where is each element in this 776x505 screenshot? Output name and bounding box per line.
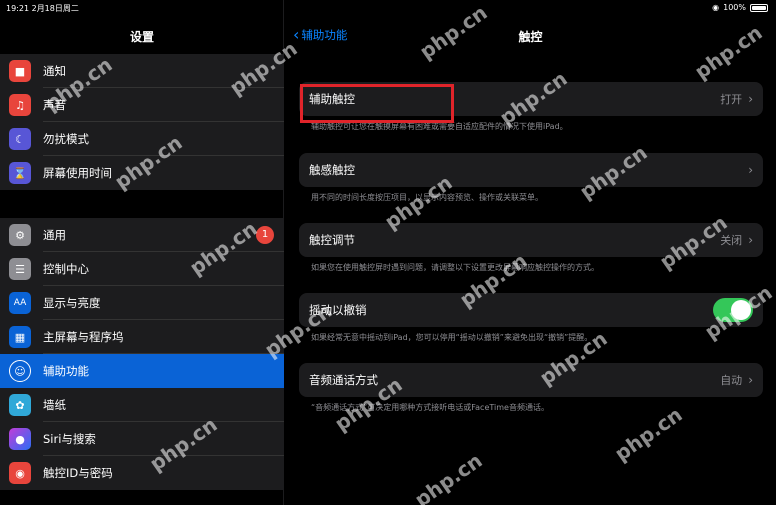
touch-settings-pane: ‹ 辅助功能 触控 辅助触控 打开 › 辅助触控可让您在触摸屏幕有困难或需要自适…: [285, 0, 776, 505]
wifi-icon: ◉: [712, 3, 720, 12]
row-label: 音频通话方式: [309, 373, 378, 387]
row-label: 触控调节: [309, 233, 355, 247]
sidebar-item-label: 辅助功能: [43, 364, 89, 378]
row-footer: 如果经常无意中摇动到iPad，您可以停用“摇动以撤销”来避免出现“撤销”提醒。: [311, 333, 593, 342]
sidebar-item-label: Siri与搜索: [43, 422, 284, 456]
sidebar-item-label: 控制中心: [43, 252, 284, 286]
sidebar-item-notifications[interactable]: ■ 通知: [0, 54, 284, 88]
sidebar-item-siri-search[interactable]: ● Siri与搜索: [0, 422, 284, 456]
row-footer: 用不同的时间长度按压项目，以显示内容预览、操作或关联菜单。: [311, 193, 543, 202]
row-value: 自动: [720, 374, 743, 387]
sidebar-item-wallpaper[interactable]: ✿ 墙纸: [0, 388, 284, 422]
chevron-right-icon: ›: [748, 373, 753, 387]
toggles-icon: ☰: [9, 258, 31, 280]
battery-percent: 100%: [723, 3, 746, 12]
row-footer: 辅助触控可让您在触摸屏幕有困难或需要自适应配件的情况下使用iPad。: [311, 122, 568, 131]
gear-icon: ⚙: [9, 224, 31, 246]
sidebar-item-label: 通用: [43, 218, 284, 252]
sidebar-item-label: 屏幕使用时间: [43, 166, 112, 180]
status-right: ◉ 100%: [712, 3, 768, 12]
sidebar-title: 设置: [129, 30, 154, 44]
sidebar-item-display-brightness[interactable]: AA 显示与亮度: [0, 286, 284, 320]
sidebar-item-screen-time[interactable]: ⌛ 屏幕使用时间: [0, 156, 284, 190]
row-label: 摇动以撤销: [309, 303, 367, 317]
sidebar-item-label: 触控ID与密码: [43, 466, 113, 480]
accessibility-icon: ☺: [9, 360, 31, 382]
row-haptic-touch[interactable]: 触感触控 ›: [299, 153, 763, 187]
chevron-right-icon: ›: [748, 233, 753, 247]
sidebar-item-label: 通知: [43, 54, 284, 88]
row-shake-to-undo: 摇动以撤销: [299, 293, 763, 327]
hourglass-icon: ⌛: [9, 162, 31, 184]
settings-sidebar: 设置 ■ 通知 ♫ 声音 ☾ 勿扰模式 ⌛ 屏幕使用时间 ⚙ 通用 1 ☰ 控制…: [0, 0, 284, 505]
row-call-audio-routing[interactable]: 音频通话方式 自动 ›: [299, 363, 763, 397]
sidebar-item-accessibility[interactable]: ☺ 辅助功能: [0, 354, 284, 388]
siri-icon: ●: [9, 428, 31, 450]
battery-icon: [750, 3, 768, 12]
speaker-icon: ♫: [9, 94, 31, 116]
sidebar-item-general[interactable]: ⚙ 通用 1: [0, 218, 284, 252]
sidebar-item-sounds[interactable]: ♫ 声音: [0, 88, 284, 122]
row-label: 触感触控: [309, 163, 355, 177]
row-footer: “音频通话方式”可决定用哪种方式接听电话或FaceTime音频通话。: [311, 403, 549, 412]
chevron-right-icon: ›: [748, 163, 753, 177]
status-time: 19:21 2月18日周二: [6, 4, 79, 13]
sidebar-item-label: 显示与亮度: [43, 286, 284, 320]
notification-icon: ■: [9, 60, 31, 82]
sidebar-group-2: ⚙ 通用 1 ☰ 控制中心 AA 显示与亮度 ▦ 主屏幕与程序坞 ☺ 辅助功能 …: [0, 218, 284, 490]
row-value: 打开: [720, 93, 743, 106]
moon-icon: ☾: [9, 128, 31, 150]
shake-to-undo-toggle[interactable]: [713, 298, 753, 322]
sidebar-item-label: 声音: [43, 88, 284, 122]
fingerprint-icon: ◉: [9, 462, 31, 484]
highlight-box: [300, 84, 454, 123]
row-touch-accommodations[interactable]: 触控调节 关闭 ›: [299, 223, 763, 257]
grid-icon: ▦: [9, 326, 31, 348]
sidebar-item-label: 主屏幕与程序坞: [43, 320, 284, 354]
sidebar-item-label: 勿扰模式: [43, 122, 284, 156]
sidebar-item-label: 墙纸: [43, 388, 284, 422]
flower-icon: ✿: [9, 394, 31, 416]
sidebar-item-control-center[interactable]: ☰ 控制中心: [0, 252, 284, 286]
toggle-knob: [731, 300, 751, 320]
sidebar-item-home-screen-dock[interactable]: ▦ 主屏幕与程序坞: [0, 320, 284, 354]
sidebar-item-touch-id-passcode[interactable]: ◉ 触控ID与密码: [0, 456, 284, 490]
row-value: 关闭: [720, 234, 743, 247]
text-size-icon: AA: [9, 292, 31, 314]
sidebar-item-do-not-disturb[interactable]: ☾ 勿扰模式: [0, 122, 284, 156]
chevron-right-icon: ›: [748, 92, 753, 106]
sidebar-group-1: ■ 通知 ♫ 声音 ☾ 勿扰模式 ⌛ 屏幕使用时间: [0, 54, 284, 190]
row-footer: 如果您在使用触控屏时遇到问题，请调整以下设置更改屏幕响应触控操作的方式。: [311, 263, 599, 272]
page-title: 触控: [518, 30, 543, 44]
update-badge: 1: [256, 226, 274, 244]
status-bar: 19:21 2月18日周二 ◉ 100%: [0, 0, 776, 16]
